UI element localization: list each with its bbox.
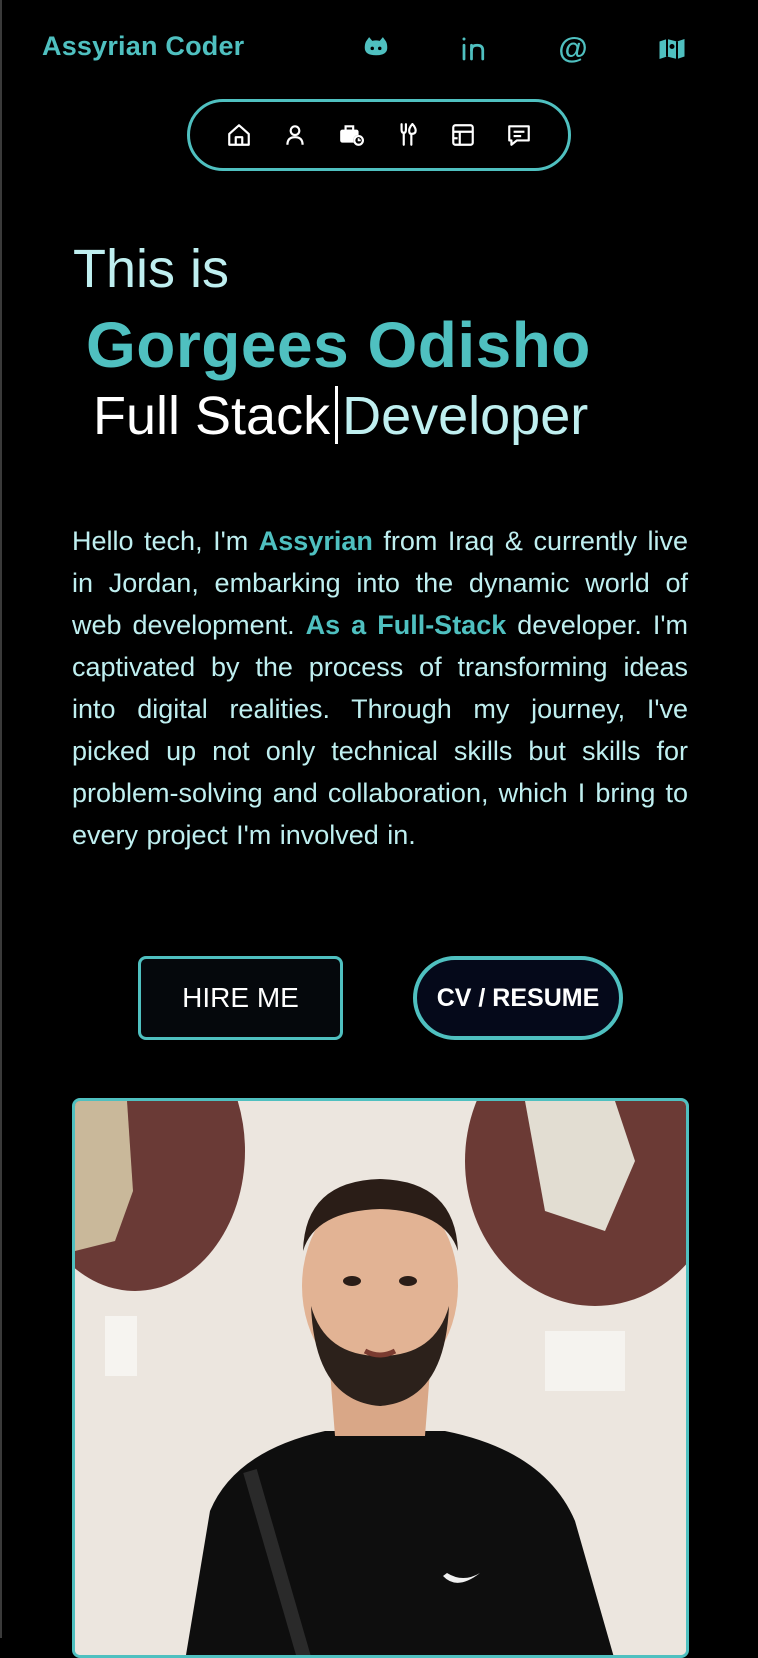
main-nav bbox=[187, 99, 571, 171]
home-icon[interactable] bbox=[226, 122, 252, 148]
hero-role-rest: Developer bbox=[342, 386, 589, 446]
briefcase-icon[interactable] bbox=[338, 122, 364, 148]
hero-role: Full Stack Developer bbox=[93, 385, 588, 447]
profile-photo bbox=[72, 1098, 689, 1658]
user-icon[interactable] bbox=[282, 122, 308, 148]
at-sign-icon[interactable]: @ bbox=[556, 32, 590, 66]
hero-name: Gorgees Odisho bbox=[86, 309, 591, 381]
about-paragraph: Hello tech, I'm Assyrian from Iraq & cur… bbox=[72, 520, 688, 856]
brand-logo-text[interactable]: Assyrian Coder bbox=[42, 31, 244, 62]
about-text-1: Hello tech, I'm bbox=[72, 526, 259, 556]
hero-role-typed: Full Stack bbox=[93, 386, 331, 446]
hero-intro: This is bbox=[73, 239, 230, 299]
linkedin-icon[interactable] bbox=[457, 32, 491, 66]
projects-icon[interactable] bbox=[450, 122, 476, 148]
message-icon[interactable] bbox=[506, 122, 532, 148]
typing-caret bbox=[335, 386, 339, 444]
hire-me-button[interactable]: HIRE ME bbox=[138, 956, 343, 1040]
profile-photo-illustration bbox=[75, 1101, 686, 1655]
tools-icon[interactable] bbox=[394, 122, 420, 148]
cv-resume-button[interactable]: CV / RESUME bbox=[413, 956, 623, 1040]
about-text-3: developer. I'm captivated by the process… bbox=[72, 610, 688, 850]
github-icon[interactable] bbox=[359, 32, 393, 66]
at-sign-glyph: @ bbox=[558, 32, 588, 65]
about-highlight-fullstack: As a Full-Stack bbox=[305, 610, 507, 640]
map-icon[interactable] bbox=[655, 32, 689, 66]
about-highlight-assyrian: Assyrian bbox=[258, 526, 373, 556]
window-edge bbox=[0, 0, 2, 1638]
